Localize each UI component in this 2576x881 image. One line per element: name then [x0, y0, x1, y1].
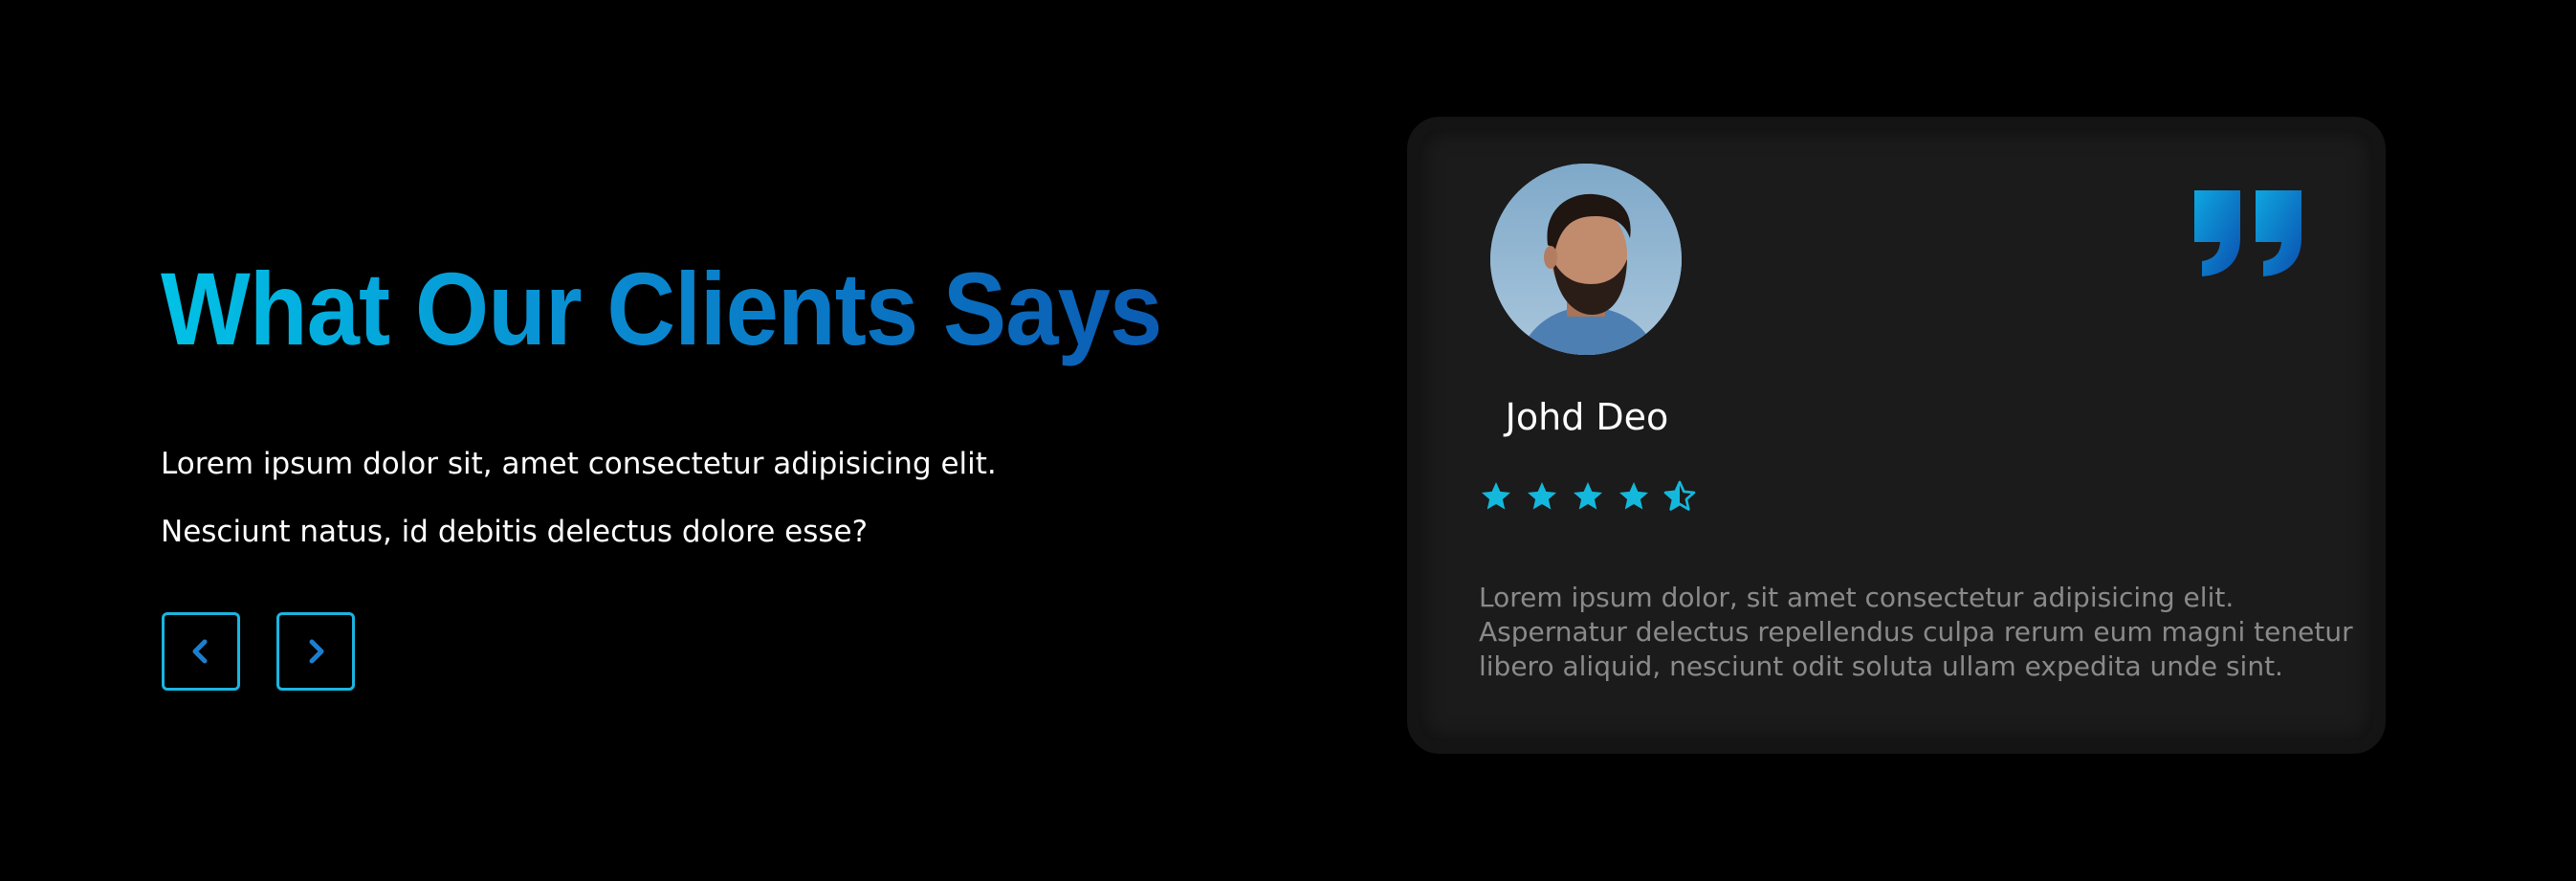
intro-text-line-1: Lorem ipsum dolor sit, amet consectetur … — [161, 447, 997, 481]
review-line: Lorem ipsum dolor, sit amet consectetur … — [1479, 582, 2235, 613]
review-text: Lorem ipsum dolor, sit amet consectetur … — [1479, 581, 2359, 684]
half-star-icon — [1662, 479, 1697, 514]
star-icon — [1479, 479, 1513, 514]
intro-text-line-2: Nesciunt natus, id debitis delectus dolo… — [161, 515, 869, 549]
next-button[interactable] — [276, 612, 355, 691]
chevron-right-icon — [297, 632, 335, 671]
testimonial-card: Johd Deo Lorem ipsum dolor, sit amet con… — [1407, 117, 2386, 754]
star-icon — [1571, 479, 1605, 514]
star-icon — [1525, 479, 1559, 514]
previous-button[interactable] — [162, 612, 240, 691]
avatar — [1490, 164, 1682, 355]
review-line: Aspernatur delectus repellendus culpa re… — [1479, 616, 2353, 648]
quote-icon — [2191, 187, 2307, 278]
section-heading: What Our Clients Says — [161, 247, 1162, 371]
star-rating — [1479, 479, 1697, 514]
client-name: Johd Deo — [1505, 396, 1669, 438]
chevron-left-icon — [182, 632, 220, 671]
review-line: libero aliquid, nesciunt odit soluta ull… — [1479, 650, 2283, 682]
star-icon — [1617, 479, 1651, 514]
